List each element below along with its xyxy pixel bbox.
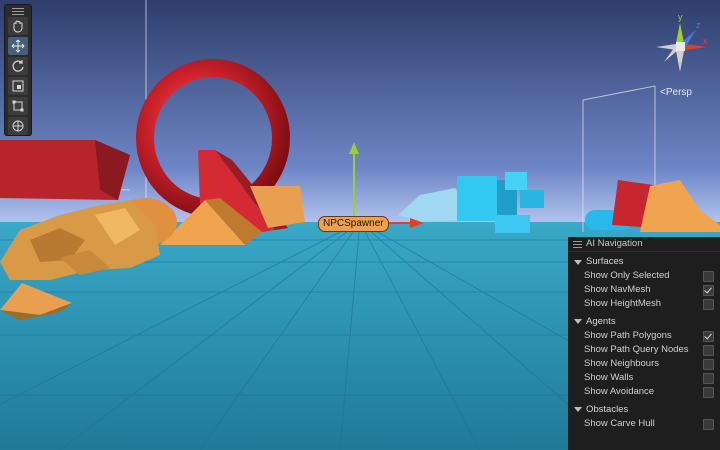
persp-label: Persp [665, 87, 692, 98]
foldout-arrow-icon [574, 407, 582, 412]
section-label: Obstacles [586, 403, 629, 415]
checkbox-show-path-query-nodes[interactable] [703, 344, 714, 356]
row-show-carve-hull: Show Carve Hull [568, 417, 720, 431]
option-label: Show Path Query Nodes [584, 343, 689, 355]
checkbox-show-avoidance[interactable] [703, 387, 714, 399]
row-show-path-polygons: Show Path Polygons [568, 329, 720, 343]
checkbox-show-carve-hull[interactable] [703, 418, 714, 430]
row-show-navmesh: Show NavMesh [568, 283, 720, 297]
hand-icon[interactable] [8, 17, 28, 35]
move-icon[interactable] [8, 37, 28, 55]
scale-icon[interactable] [8, 77, 28, 95]
section-surfaces[interactable]: Surfaces [568, 255, 720, 269]
tool-palette [4, 4, 32, 136]
orientation-gizmo[interactable]: y x z [652, 10, 712, 76]
option-label: Show HeightMesh [584, 298, 662, 310]
option-label: Show NavMesh [584, 284, 651, 296]
panel-title: AI Navigation [586, 238, 643, 249]
transform-icon[interactable] [8, 117, 28, 135]
checkbox-show-neighbours[interactable] [703, 358, 714, 370]
option-label: Show Only Selected [584, 270, 670, 281]
panel-grip-icon [573, 240, 582, 248]
row-show-walls: Show Walls [568, 371, 720, 385]
checkbox-show-walls[interactable] [703, 373, 714, 385]
section-agents[interactable]: Agents [568, 315, 720, 329]
row-show-path-query-nodes: Show Path Query Nodes [568, 343, 720, 357]
option-label: Show Path Polygons [584, 329, 672, 341]
option-label: Show Carve Hull [584, 417, 655, 429]
row-show-heightmesh: Show HeightMesh [568, 297, 720, 311]
checkbox-show-heightmesh[interactable] [703, 299, 714, 311]
panel-header[interactable]: AI Navigation [568, 237, 720, 252]
rotate-icon[interactable] [8, 57, 28, 75]
camera-mode-label[interactable]: <Persp [660, 87, 692, 98]
gizmo-y-cone[interactable] [676, 23, 684, 43]
row-show-avoidance: Show Avoidance [568, 385, 720, 399]
gizmo-center[interactable] [676, 42, 685, 51]
section-label: Agents [586, 315, 616, 327]
gizmo-y-label: y [678, 12, 683, 22]
checkbox-show-navmesh[interactable] [703, 285, 714, 297]
gizmo-z-label: z [696, 20, 701, 30]
ai-navigation-panel: AI Navigation Surfaces Show Only Selecte… [568, 237, 720, 450]
section-label: Surfaces [586, 256, 624, 267]
option-label: Show Walls [584, 372, 634, 384]
palette-grip[interactable] [5, 7, 31, 15]
row-show-neighbours: Show Neighbours [568, 357, 720, 371]
foldout-arrow-icon [574, 319, 582, 325]
gizmo-x-label: x [703, 36, 708, 46]
npc-spawner-label[interactable]: NPCSpawner [318, 216, 389, 232]
section-obstacles[interactable]: Obstacles [568, 403, 720, 417]
rect-tool-icon[interactable] [8, 97, 28, 115]
option-label: Show Avoidance [584, 386, 655, 398]
checkbox-show-only-selected[interactable] [703, 271, 714, 282]
cyan-box [457, 176, 497, 221]
row-show-only-selected: Show Only Selected [568, 269, 720, 283]
checkbox-show-path-polygons[interactable] [703, 330, 714, 342]
foldout-arrow-icon [574, 259, 582, 265]
option-label: Show Neighbours [584, 357, 659, 369]
